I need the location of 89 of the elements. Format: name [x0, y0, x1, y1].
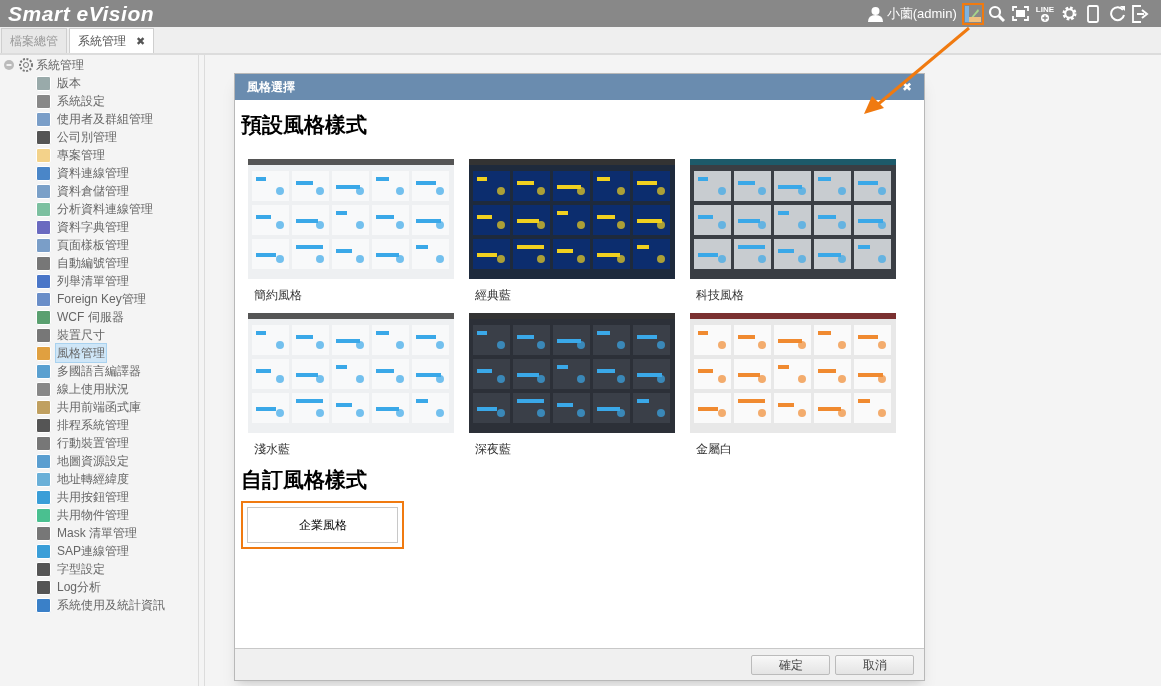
- tree-item[interactable]: 共用前端函式庫: [55, 397, 143, 417]
- item-icon: [36, 417, 51, 433]
- tree-item[interactable]: WCF 伺服器: [55, 307, 126, 327]
- theme-label: 經典藍: [474, 287, 512, 304]
- tree-item[interactable]: 頁面樣板管理: [55, 235, 131, 255]
- section-heading: 預設風格樣式: [241, 114, 368, 135]
- tree-item[interactable]: 共用物件管理: [55, 505, 131, 525]
- item-icon: [36, 309, 51, 325]
- app-title: Smart eVision: [8, 0, 155, 27]
- item-icon: [36, 255, 51, 271]
- theme-label: 金屬白: [695, 441, 733, 458]
- tree-item[interactable]: 資料倉儲管理: [55, 181, 131, 201]
- item-icon: [36, 201, 51, 217]
- item-icon: [36, 219, 51, 235]
- tree-item[interactable]: 資料連線管理: [55, 163, 131, 183]
- item-icon: [36, 147, 51, 163]
- custom-style-button[interactable]: 企業風格: [247, 507, 398, 543]
- tree-item[interactable]: 線上使用狀況: [55, 379, 131, 399]
- item-icon: [36, 507, 51, 523]
- item-icon: [36, 183, 51, 199]
- item-icon: [36, 165, 51, 181]
- tab[interactable]: 系統管理 ✖: [69, 28, 154, 53]
- tree-item[interactable]: 多國語言編譯器: [55, 361, 143, 381]
- item-icon: [36, 363, 51, 379]
- tree-item[interactable]: 資料字典管理: [55, 217, 131, 237]
- item-icon: [36, 237, 51, 253]
- dialog-title: 風格選擇: [247, 79, 295, 96]
- tree-item[interactable]: 行動裝置管理: [55, 433, 131, 453]
- theme-preview-drawing[interactable]: [469, 159, 675, 279]
- item-icon: [36, 435, 51, 451]
- item-icon: [36, 273, 51, 289]
- tree-item[interactable]: 排程系統管理: [55, 415, 131, 435]
- close-button[interactable]: ✖: [902, 78, 912, 96]
- theme-preview-drawing[interactable]: [690, 159, 896, 279]
- tree-item[interactable]: Mask 清單管理: [55, 523, 139, 543]
- theme-label: 淺水藍: [253, 441, 291, 458]
- item-icon: [36, 579, 51, 595]
- line-add-button[interactable]: LINE: [1033, 2, 1056, 25]
- close-tab-icon[interactable]: ✖: [136, 32, 145, 50]
- item-icon: [36, 543, 51, 559]
- gear-icon: [18, 57, 34, 73]
- item-icon: [36, 381, 51, 397]
- plus-icon: [1040, 13, 1049, 22]
- tree-item[interactable]: 系統使用及統計資訊: [55, 595, 167, 615]
- tree-item[interactable]: 字型設定: [55, 559, 107, 579]
- item-icon: [36, 327, 51, 343]
- item-icon: [36, 75, 51, 91]
- item-icon: [36, 597, 51, 613]
- cancel-button[interactable]: 取消: [835, 654, 914, 675]
- theme-preview-drawing[interactable]: [248, 313, 454, 433]
- tree-item[interactable]: 使用者及群組管理: [55, 109, 155, 129]
- tree-item[interactable]: 裝置尺寸: [55, 325, 107, 345]
- theme-label: 科技風格: [695, 287, 745, 304]
- item-icon: [36, 345, 51, 361]
- confirm-button[interactable]: 確定: [751, 654, 830, 675]
- user-name: 小薗(admin): [886, 4, 957, 23]
- tree-item[interactable]: 公司別管理: [55, 127, 119, 147]
- tree-item[interactable]: 版本: [55, 73, 83, 93]
- item-icon: [36, 111, 51, 127]
- theme-preview-drawing[interactable]: [248, 159, 454, 279]
- tree-item[interactable]: 風格管理: [55, 343, 107, 363]
- tree-item[interactable]: 專案管理: [55, 145, 107, 165]
- user-icon: [867, 5, 883, 22]
- theme-preview-drawing[interactable]: [469, 313, 675, 433]
- item-icon: [36, 489, 51, 505]
- item-icon: [36, 471, 51, 487]
- theme-label: 簡約風格: [253, 287, 303, 304]
- item-icon: [36, 291, 51, 307]
- item-icon: [36, 525, 51, 541]
- item-icon: [36, 93, 51, 109]
- tree-item[interactable]: Log分析: [55, 577, 104, 597]
- tree-item[interactable]: 共用按鈕管理: [55, 487, 131, 507]
- tree-item[interactable]: 地址轉經緯度: [55, 469, 131, 489]
- tree-item[interactable]: 地圖資源設定: [55, 451, 131, 471]
- tree-item[interactable]: 自動編號管理: [55, 253, 131, 273]
- theme-label: 深夜藍: [474, 441, 512, 458]
- tree-item[interactable]: 列舉清單管理: [55, 271, 131, 291]
- tree-item[interactable]: Foreign Key管理: [55, 289, 148, 309]
- theme-preview-drawing[interactable]: [690, 313, 896, 433]
- tree-item[interactable]: SAP連線管理: [55, 541, 131, 561]
- item-icon: [36, 399, 51, 415]
- section-heading: 自訂風格樣式: [241, 469, 368, 490]
- tree-item[interactable]: 分析資料連線管理: [55, 199, 155, 219]
- item-icon: [36, 453, 51, 469]
- palette-button[interactable]: [961, 2, 984, 25]
- tree-item[interactable]: 系統管理: [36, 56, 84, 74]
- item-icon: [36, 561, 51, 577]
- tree-item[interactable]: 系統設定: [55, 91, 107, 111]
- item-icon: [36, 129, 51, 145]
